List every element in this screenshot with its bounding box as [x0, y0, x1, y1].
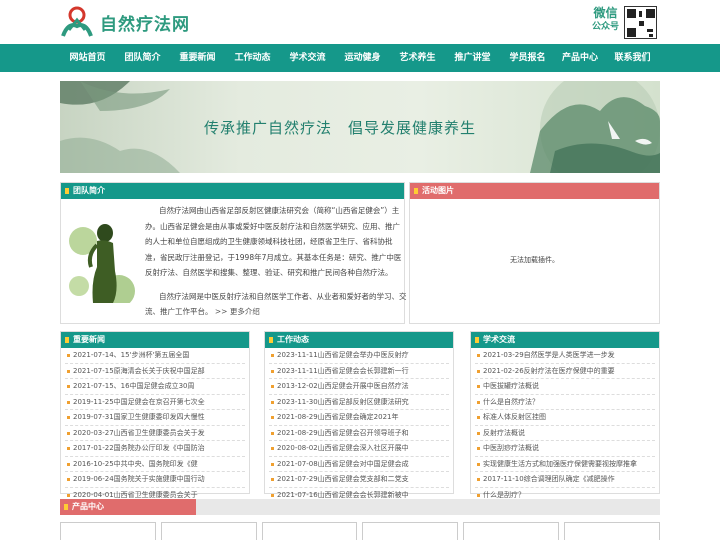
products-bar: 产品中心	[60, 499, 660, 515]
work-title: 工作动态	[265, 332, 453, 348]
news-item[interactable]: 2020-03-27山西省卫生健康委员会关于发	[65, 426, 245, 441]
team-intro-text: 自然疗法网由山西省足部反射区健康法研究会（简称“山西省足健会”）主办。山西省足健…	[145, 203, 407, 320]
news-item[interactable]: 2016-10-25中共中央、国务院印发《健	[65, 457, 245, 472]
work-item[interactable]: 2013-12-02山西足健会开展中医自然疗法	[269, 379, 449, 395]
intro-paragraph-2-text: 自然疗法网是中医反射疗法和自然医学工作者、从业者和爱好者的学习、交流、推广工作平…	[145, 291, 407, 317]
intro-lady-image	[69, 211, 137, 303]
nav-item-home[interactable]: 网站首页	[60, 44, 115, 72]
nav-item-team[interactable]: 团队简介	[115, 44, 170, 72]
product-thumbnail[interactable]	[261, 522, 358, 540]
work-item[interactable]: 2023-11-11山西省足健会会长郭建新一行	[269, 364, 449, 379]
product-thumbnail[interactable]	[60, 522, 156, 540]
more-intro-link[interactable]: >> 更多介绍	[215, 307, 260, 316]
academic-item[interactable]: 实现健康生活方式和加强医疗保健需要视按摩推拿	[475, 457, 655, 472]
site-logo[interactable]: 自然疗法网	[60, 6, 190, 38]
product-thumbnail[interactable]	[160, 522, 257, 540]
work-item[interactable]: 2023-11-11山西省足健会举办中医反射疗	[269, 348, 449, 364]
work-item[interactable]: 2021-07-29山西省足健会党支部和二党支	[269, 472, 449, 488]
hero-banner: 传承推广自然疗法 倡导发展健康养生	[60, 81, 660, 173]
plugin-error-message: 无法加载插件。	[510, 256, 559, 264]
work-item[interactable]: 2020-08-02山西省足健会深入社区开展中	[269, 441, 449, 457]
team-intro-panel: 团队简介 自然疗法网由山西省足部反射区健康法研究会（简称“山西省足健会”）主办。…	[60, 182, 407, 324]
activity-photos-panel: 活动图片 无法加载插件。	[409, 182, 660, 324]
wechat-label: 微信 公众号	[592, 6, 619, 34]
academic-item[interactable]: 2021-02-26反射疗法在医疗保健中的重要	[475, 364, 655, 379]
wechat-line2: 公众号	[592, 22, 620, 32]
nav-item-work[interactable]: 工作动态	[225, 44, 280, 72]
product-thumbnail[interactable]	[362, 522, 459, 540]
academic-item[interactable]: 2021-03-29自然医学是人类医学进一步发	[475, 348, 655, 364]
banner-slogan: 传承推广自然疗法 倡导发展健康养生	[204, 119, 477, 137]
main-nav: 网站首页 团队简介 重要新闻 工作动态 学术交流 运动健身 艺术养生 推广讲堂 …	[0, 44, 720, 72]
news-item[interactable]: 2019-11-25中国足健会在京召开第七次全	[65, 395, 245, 410]
academic-item[interactable]: 什么是自然疗法？	[475, 395, 655, 410]
nav-item-fitness[interactable]: 运动健身	[335, 44, 390, 72]
intro-paragraph-1: 自然疗法网由山西省足部反射区健康法研究会（简称“山西省足健会”）主办。山西省足健…	[145, 206, 402, 277]
nav-item-academic[interactable]: 学术交流	[280, 44, 335, 72]
nav-item-products[interactable]: 产品中心	[555, 44, 605, 72]
work-item[interactable]: 2021-08-29山西省足健会确定2021年	[269, 410, 449, 426]
news-item[interactable]: 2019-07-31国家卫生健康委印发四大慢性	[65, 410, 245, 426]
product-thumbnail[interactable]	[564, 522, 660, 540]
site-header: 自然疗法网 微信 公众号	[0, 0, 720, 44]
academic-item[interactable]: 中医刮痧疗法概说	[475, 441, 655, 457]
logo-text: 自然疗法网	[100, 14, 190, 35]
wechat-line1: 微信	[593, 6, 618, 20]
nav-item-signup[interactable]: 学员报名	[500, 44, 555, 72]
product-thumbnail[interactable]	[463, 522, 560, 540]
academic-item[interactable]: 2017-11-10综合调理团队确定《减肥操作	[475, 472, 655, 488]
nav-item-lecture[interactable]: 推广讲堂	[445, 44, 500, 72]
academic-item[interactable]: 标准人体反射区挂图	[475, 410, 655, 426]
academic-list: 2021-03-29自然医学是人类医学进一步发 2021-02-26反射疗法在医…	[471, 348, 659, 503]
logo-emblem-icon	[61, 6, 93, 37]
news-item[interactable]: 2017-01-22国务院办公厅印发《中国防治	[65, 441, 245, 457]
academic-panel: 学术交流 2021-03-29自然医学是人类医学进一步发 2021-02-26反…	[470, 331, 660, 503]
news-item[interactable]: 2021-07-14、15'步洲杯'第五届全国	[65, 348, 245, 364]
academic-item[interactable]: 反射疗法概说	[475, 426, 655, 441]
nav-item-art[interactable]: 艺术养生	[390, 44, 445, 72]
work-list: 2023-11-11山西省足健会举办中医反射疗 2023-11-11山西省足健会…	[265, 348, 453, 503]
products-title: 产品中心	[60, 499, 196, 515]
activity-photos-title: 活动图片	[410, 183, 659, 199]
product-thumbnails	[60, 522, 660, 540]
news-item[interactable]: 2021-07-15原海清会长关于庆祝中国足部	[65, 364, 245, 379]
team-intro-title: 团队简介	[61, 183, 404, 199]
academic-title: 学术交流	[471, 332, 659, 348]
work-panel: 工作动态 2023-11-11山西省足健会举办中医反射疗 2023-11-11山…	[264, 331, 454, 503]
news-list: 2021-07-14、15'步洲杯'第五届全国 2021-07-15原海清会长关…	[61, 348, 249, 503]
academic-item[interactable]: 中医拔罐疗法概说	[475, 379, 655, 395]
news-panel: 重要新闻 2021-07-14、15'步洲杯'第五届全国 2021-07-15原…	[60, 331, 250, 503]
intro-paragraph-2: 自然疗法网是中医反射疗法和自然医学工作者、从业者和爱好者的学习、交流、推广工作平…	[145, 289, 407, 320]
work-item[interactable]: 2021-07-08山西省足健会对中国足健会成	[269, 457, 449, 472]
qr-code-icon	[624, 6, 657, 39]
nav-item-news[interactable]: 重要新闻	[170, 44, 225, 72]
nav-item-contact[interactable]: 联系我们	[605, 44, 660, 72]
work-item[interactable]: 2021-08-29山西省足健会召开领导班子和	[269, 426, 449, 441]
news-title: 重要新闻	[61, 332, 249, 348]
work-item[interactable]: 2023-11-30山西省足部反射区健康法研究	[269, 395, 449, 410]
news-item[interactable]: 2019-06-24国务院关于实施健康中国行动	[65, 472, 245, 488]
news-item[interactable]: 2021-07-15、16中国足健会成立30周	[65, 379, 245, 395]
